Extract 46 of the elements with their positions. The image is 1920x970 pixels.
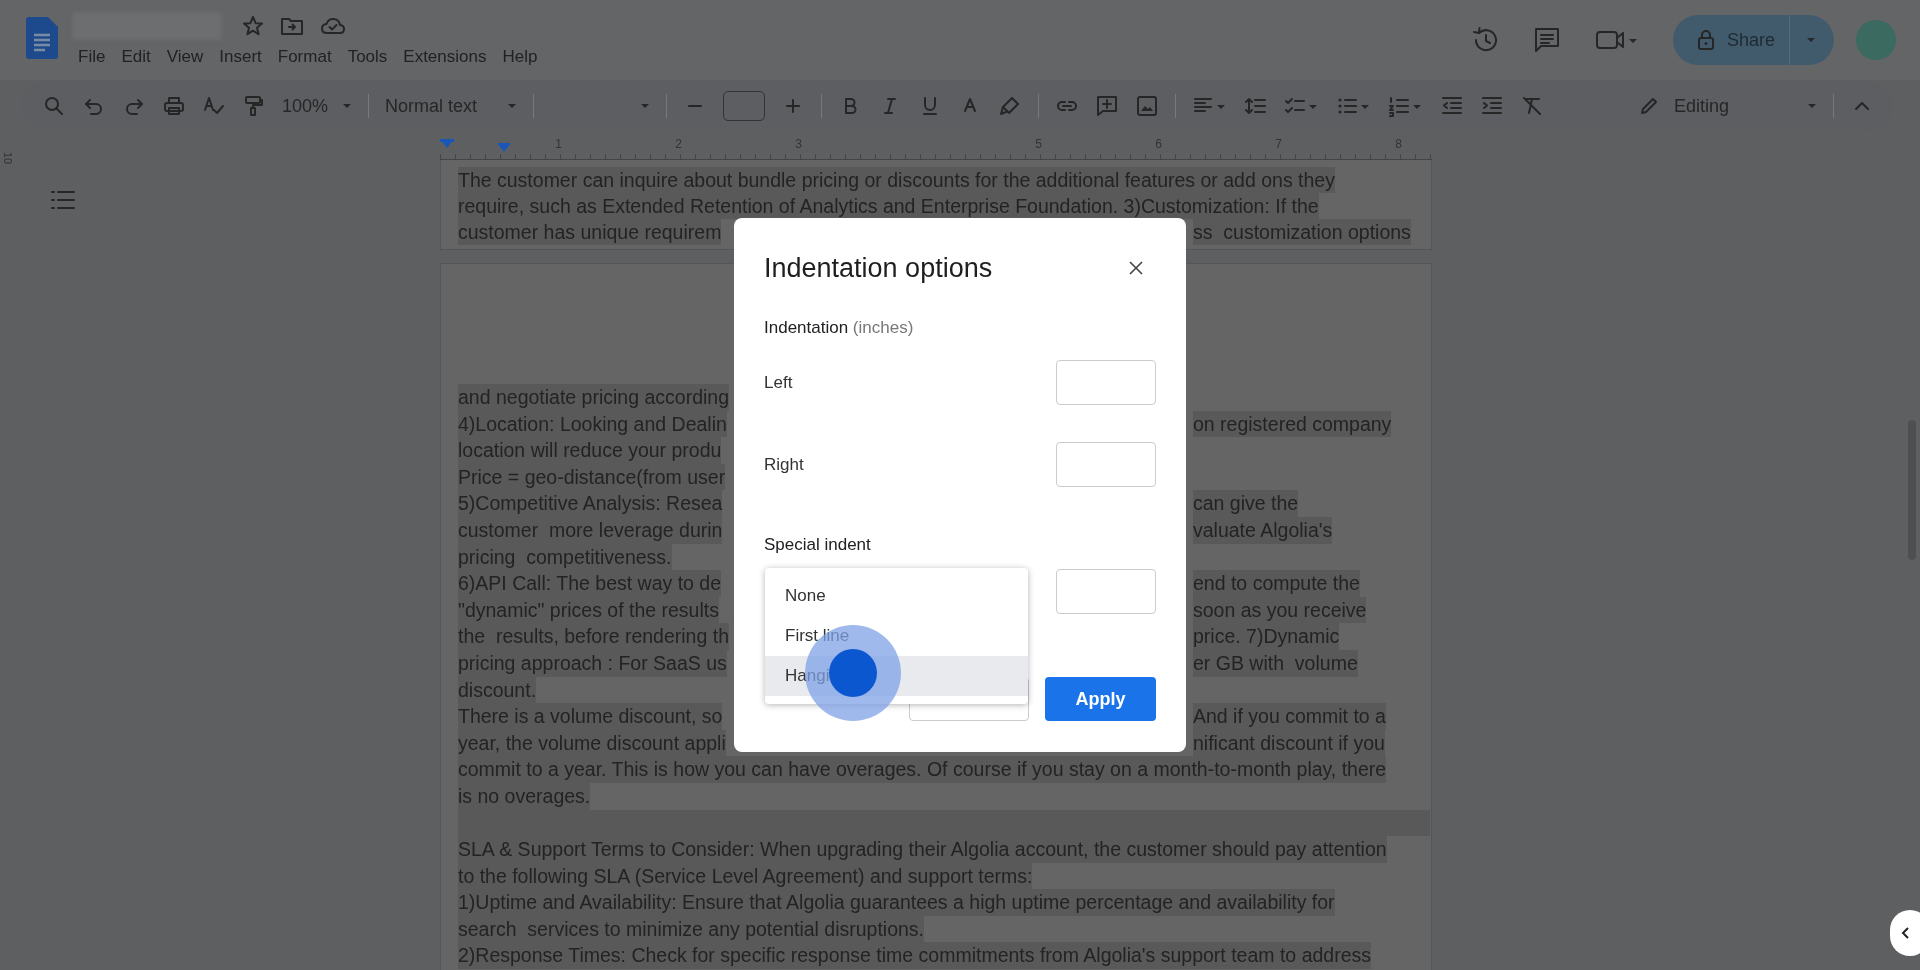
input-field[interactable] bbox=[1056, 442, 1156, 487]
paint-format-icon[interactable] bbox=[242, 94, 266, 118]
star-icon[interactable] bbox=[242, 15, 264, 37]
docs-logo-icon bbox=[26, 17, 58, 59]
section-heading: Special indent bbox=[764, 535, 871, 555]
menu-item[interactable]: View bbox=[158, 45, 212, 69]
zoom-select[interactable]: 100% bbox=[282, 95, 353, 117]
dialog-title: Indentation options bbox=[764, 252, 993, 284]
menu-item[interactable]: Edit bbox=[113, 45, 159, 69]
image-icon[interactable] bbox=[1135, 94, 1160, 118]
font-size-field[interactable] bbox=[723, 91, 766, 121]
lock-icon bbox=[1696, 29, 1715, 51]
print-icon[interactable] bbox=[162, 94, 186, 118]
comment-icon[interactable] bbox=[1532, 26, 1561, 54]
menu-item[interactable]: File bbox=[70, 45, 114, 69]
field-label: Left bbox=[764, 372, 793, 393]
collapse-side-panel-button[interactable] bbox=[1890, 910, 1920, 956]
indent-marker-icon[interactable] bbox=[497, 143, 511, 153]
caret-icon[interactable] bbox=[1806, 37, 1816, 43]
section-heading: Indentation (inches) bbox=[764, 318, 914, 338]
editing-mode-select[interactable]: Editing bbox=[1637, 95, 1817, 117]
apply-button[interactable]: Apply bbox=[1045, 677, 1156, 721]
add-comment-icon[interactable] bbox=[1095, 94, 1120, 118]
caret-icon bbox=[342, 103, 353, 109]
menu-item[interactable]: Insert bbox=[211, 45, 270, 69]
history-icon[interactable] bbox=[1470, 26, 1499, 54]
input-field[interactable] bbox=[1056, 569, 1156, 614]
cloud-check-icon[interactable] bbox=[320, 16, 346, 36]
close-icon[interactable] bbox=[1128, 260, 1144, 276]
share-button[interactable]: Share bbox=[1672, 15, 1834, 65]
outline-icon[interactable] bbox=[51, 190, 75, 210]
menu-item[interactable]: Tools bbox=[339, 45, 396, 69]
input-field[interactable] bbox=[1056, 360, 1156, 405]
caret-icon bbox=[507, 103, 518, 109]
folder-icon[interactable] bbox=[280, 16, 304, 36]
indent-marker-icon[interactable] bbox=[440, 139, 454, 149]
menu-item[interactable]: Help bbox=[494, 45, 546, 69]
menu-item[interactable]: Format bbox=[269, 45, 340, 69]
caret-icon bbox=[1807, 103, 1817, 109]
menu-option[interactable]: None bbox=[765, 576, 1028, 616]
caret-icon bbox=[640, 103, 651, 109]
search-icon[interactable] bbox=[42, 94, 66, 118]
style-select[interactable]: Normal text bbox=[385, 95, 518, 117]
menu-option[interactable]: First line bbox=[765, 616, 1028, 656]
field-label: Right bbox=[764, 454, 804, 475]
menu-item[interactable]: Extensions bbox=[395, 45, 495, 69]
